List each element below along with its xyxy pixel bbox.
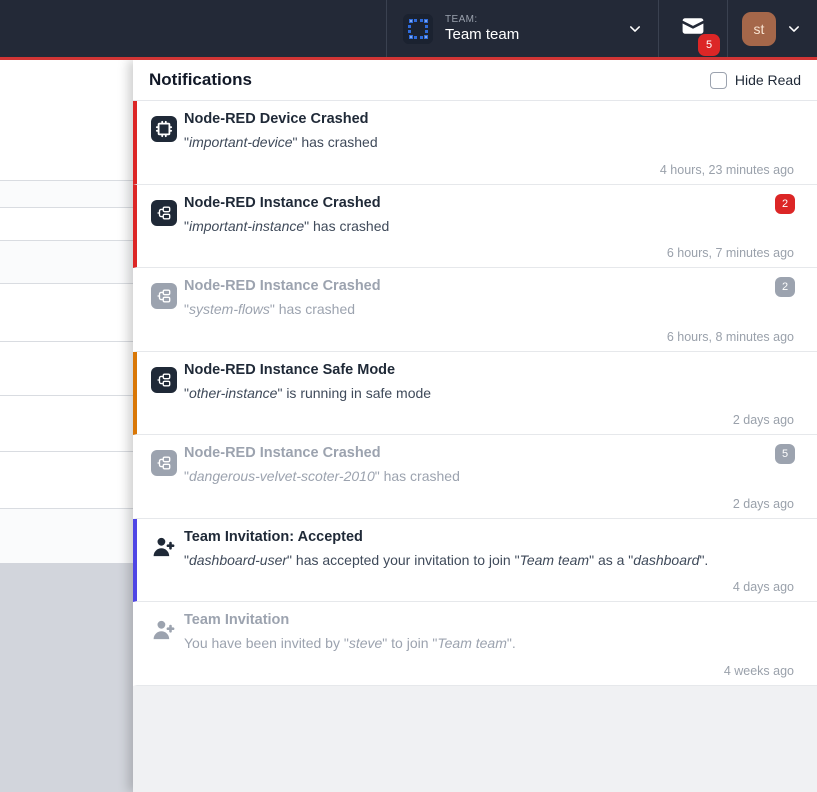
team-selector[interactable]: TEAM: Team team: [386, 0, 658, 57]
user-avatar: st: [742, 12, 776, 46]
notification-timestamp: 2 days ago: [733, 413, 794, 427]
background-row: [0, 241, 133, 283]
instance-icon: [151, 367, 177, 393]
notification-timestamp: 2 days ago: [733, 497, 794, 511]
instance-icon: [151, 200, 177, 226]
team-name: Team team: [445, 26, 628, 43]
background-row: [0, 509, 133, 563]
notifications-panel: Notifications Hide Read Node-RED Device …: [133, 60, 817, 792]
notification-timestamp: 4 weeks ago: [724, 664, 794, 678]
notification-message: "dangerous-velvet-scoter-2010" has crash…: [184, 468, 747, 484]
notification-message: "dashboard-user" has accepted your invit…: [184, 552, 747, 568]
notification-title: Team Invitation: Accepted: [184, 529, 363, 545]
team-avatar-icon: [403, 14, 433, 44]
team-label: TEAM:: [445, 14, 628, 25]
team-selector-text: TEAM: Team team: [445, 14, 628, 43]
notification-title: Node-RED Instance Crashed: [184, 278, 381, 294]
notification-title: Team Invitation: [184, 612, 289, 628]
hide-read-toggle[interactable]: Hide Read: [710, 72, 801, 89]
background-divider: [0, 451, 133, 452]
notification-message: "other-instance" is running in safe mode: [184, 385, 747, 401]
background-block: [0, 563, 133, 792]
user-add-icon: [151, 547, 177, 564]
device-icon: [151, 116, 177, 142]
notification-item[interactable]: Team Invitation: Accepted "dashboard-use…: [133, 519, 817, 603]
notification-list: Node-RED Device Crashed "important-devic…: [133, 101, 817, 686]
background-row: [0, 181, 133, 207]
chevron-down-icon: [628, 22, 642, 36]
notification-item[interactable]: Node-RED Device Crashed "important-devic…: [133, 101, 817, 185]
instance-icon: [151, 283, 177, 309]
notification-title: Node-RED Instance Crashed: [184, 445, 381, 461]
notification-title: Node-RED Instance Safe Mode: [184, 362, 395, 378]
notification-message: "system-flows" has crashed: [184, 301, 747, 317]
hide-read-checkbox[interactable]: [710, 72, 727, 89]
unread-count-badge: 5: [698, 34, 720, 56]
background-divider: [0, 395, 133, 396]
user-menu[interactable]: st: [727, 0, 817, 57]
background-divider: [0, 207, 133, 208]
notification-badge: 2: [775, 194, 795, 214]
notification-item[interactable]: Node-RED Instance Crashed "dangerous-vel…: [133, 435, 817, 519]
notification-timestamp: 6 hours, 7 minutes ago: [667, 246, 794, 260]
notification-title: Node-RED Device Crashed: [184, 111, 369, 127]
notification-timestamp: 4 days ago: [733, 580, 794, 594]
notification-timestamp: 4 hours, 23 minutes ago: [660, 163, 794, 177]
instance-icon: [151, 450, 177, 476]
notifications-header: Notifications Hide Read: [133, 60, 817, 101]
notification-badge: 2: [775, 277, 795, 297]
notification-item[interactable]: Node-RED Instance Crashed "system-flows"…: [133, 268, 817, 352]
background-page: [0, 60, 133, 792]
notifications-button[interactable]: 5: [658, 0, 727, 57]
notification-item[interactable]: Team Invitation You have been invited by…: [133, 602, 817, 686]
notification-message: "important-instance" has crashed: [184, 218, 747, 234]
notification-timestamp: 6 hours, 8 minutes ago: [667, 330, 794, 344]
background-divider: [0, 283, 133, 284]
notification-message: You have been invited by "steve" to join…: [184, 635, 747, 651]
panel-footer: [133, 686, 817, 792]
top-navbar: TEAM: Team team 5 st: [0, 0, 817, 57]
chevron-down-icon: [787, 22, 801, 36]
background-divider: [0, 341, 133, 342]
brand-accent-line: [0, 57, 817, 60]
notification-badge: 5: [775, 444, 795, 464]
user-add-icon: [151, 630, 177, 647]
panel-title: Notifications: [149, 70, 252, 90]
notification-item[interactable]: Node-RED Instance Crashed "important-ins…: [133, 185, 817, 269]
notification-item[interactable]: Node-RED Instance Safe Mode "other-insta…: [133, 352, 817, 436]
notification-title: Node-RED Instance Crashed: [184, 195, 381, 211]
notification-message: "important-device" has crashed: [184, 134, 747, 150]
hide-read-label: Hide Read: [735, 72, 801, 88]
